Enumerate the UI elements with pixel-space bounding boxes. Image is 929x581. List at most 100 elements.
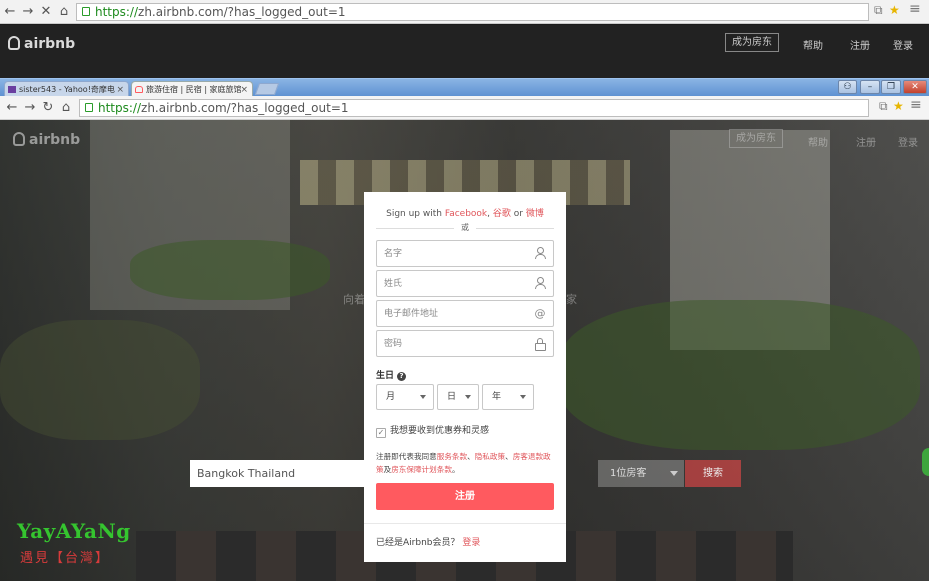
stop-icon[interactable]: ✕ <box>36 0 56 24</box>
close-tab-icon[interactable]: × <box>240 82 248 97</box>
user-icon <box>534 277 546 290</box>
close-window-button[interactable]: ✕ <box>903 80 927 94</box>
first-name-input[interactable] <box>377 241 527 266</box>
modal-divider <box>364 523 566 524</box>
chevron-down-icon <box>520 395 526 399</box>
tab-label: 旅游住宿 | 民宿 | 家庭旅馆 <box>146 85 242 94</box>
home-icon[interactable]: ⌂ <box>56 96 76 120</box>
terms-prefix: 注册即代表我同意 <box>376 452 437 461</box>
password-input[interactable] <box>377 331 527 356</box>
signup-link[interactable]: 注册 <box>850 37 870 52</box>
back-icon[interactable]: ← <box>2 96 22 120</box>
chevron-down-icon <box>420 395 426 399</box>
lock-icon <box>82 7 90 16</box>
separator: 、 <box>505 452 513 461</box>
back-icon[interactable]: ← <box>0 0 20 24</box>
close-tab-icon[interactable]: × <box>116 82 124 97</box>
url-scheme: https:// <box>95 5 139 19</box>
host-guarantee-link[interactable]: 房东保障计划条款 <box>391 465 452 474</box>
signup-prefix: Sign up with <box>386 209 445 219</box>
divider-line <box>476 228 554 229</box>
bookmark-star-icon[interactable]: ★ <box>889 3 900 17</box>
guests-label: 1位房客 <box>610 468 647 479</box>
lock-icon <box>534 337 546 351</box>
inner-address-bar[interactable]: https://zh.airbnb.com/?has_logged_out=1 <box>79 99 869 117</box>
at-sign-icon: @ <box>534 307 546 320</box>
separator: 、 <box>467 452 475 461</box>
lock-icon <box>85 103 93 112</box>
promo-checkbox[interactable]: ✓ <box>376 428 386 438</box>
user-icon <box>534 247 546 260</box>
outer-site-header: airbnb 成为房东 帮助 注册 登录 <box>0 25 929 80</box>
tab-yahoo[interactable]: sister543 - Yahoo!奇摩电 × <box>4 81 129 97</box>
floating-chat-button[interactable] <box>922 448 929 476</box>
user-icon[interactable]: ⚇ <box>838 80 857 94</box>
page-action-icon[interactable]: ⧉ <box>879 99 888 114</box>
birthday-label-text: 生日 <box>376 371 395 381</box>
or-text: or <box>513 209 523 219</box>
maximize-button[interactable]: ❐ <box>881 80 901 94</box>
privacy-policy-link[interactable]: 隐私政策 <box>475 452 505 461</box>
mail-icon <box>8 86 16 93</box>
promo-opt-in[interactable]: ✓ 我想要收到优惠券和灵感 <box>376 423 489 438</box>
search-button[interactable]: 搜索 <box>685 460 741 487</box>
bookmark-star-icon[interactable]: ★ <box>893 99 904 113</box>
page-action-icon[interactable]: ⧉ <box>874 3 883 18</box>
reload-icon[interactable]: ↻ <box>38 96 58 120</box>
signup-modal: Sign up with Facebook, 谷歌 or 微博 或 @ 生日? … <box>364 192 566 562</box>
login-link[interactable]: 登录 <box>893 37 913 52</box>
login-link[interactable]: 登录 <box>462 538 480 548</box>
guests-select[interactable]: 1位房客 <box>598 460 684 487</box>
terms-text: 注册即代表我同意服务条款、隐私政策、房客退款政策及房东保障计划条款。 <box>376 450 554 476</box>
signup-link[interactable]: 注册 <box>856 134 876 149</box>
first-name-field[interactable] <box>376 240 554 267</box>
separator: 。 <box>451 465 460 474</box>
airbnb-favicon-icon <box>135 86 143 93</box>
forward-icon[interactable]: → <box>18 0 38 24</box>
location-search-input[interactable]: Bangkok Thailand <box>190 460 370 487</box>
day-label: 日 <box>447 392 457 402</box>
inner-browser-toolbar: ← → ↻ ⌂ https://zh.airbnb.com/?has_logge… <box>0 96 929 120</box>
last-name-field[interactable] <box>376 270 554 297</box>
birth-year-select[interactable]: 年 <box>482 384 534 410</box>
outer-address-bar[interactable]: https://zh.airbnb.com/?has_logged_out=1 <box>76 3 869 21</box>
minimize-button[interactable]: – <box>860 80 880 94</box>
chevron-down-icon <box>670 471 678 476</box>
url-text: zh.airbnb.com/?has_logged_out=1 <box>141 101 349 115</box>
become-host-button[interactable]: 成为房东 <box>729 129 783 148</box>
hero-headline-left: 向着 <box>343 293 365 306</box>
menu-icon[interactable]: ≡ <box>910 97 922 113</box>
airbnb-logo-icon <box>13 132 25 146</box>
already-member-line: 已经是Airbnb会员？ 登录 <box>376 535 480 548</box>
weibo-signup-link[interactable]: 微博 <box>526 209 544 219</box>
window-titlebar: sister543 - Yahoo!奇摩电 × 旅游住宿 | 民宿 | 家庭旅馆… <box>0 78 929 97</box>
signup-button[interactable]: 注册 <box>376 483 554 510</box>
logo-text: airbnb <box>29 132 81 148</box>
menu-icon[interactable]: ≡ <box>909 1 921 17</box>
new-tab-button[interactable] <box>254 83 280 95</box>
airbnb-logo-icon <box>8 36 20 50</box>
email-field[interactable]: @ <box>376 300 554 327</box>
page-airbnb-logo[interactable]: airbnb <box>13 132 80 148</box>
home-icon[interactable]: ⌂ <box>54 0 74 24</box>
help-icon[interactable]: ? <box>397 372 407 381</box>
watermark-subtitle: 遇見【台灣】 <box>20 551 111 566</box>
google-signup-link[interactable]: 谷歌 <box>493 209 511 219</box>
already-member-text: 已经是Airbnb会员？ <box>376 538 460 548</box>
facebook-signup-link[interactable]: Facebook <box>445 209 487 219</box>
help-link[interactable]: 帮助 <box>803 37 823 52</box>
tab-airbnb[interactable]: 旅游住宿 | 民宿 | 家庭旅馆 × <box>131 81 253 97</box>
airbnb-logo[interactable]: airbnb <box>8 36 75 52</box>
last-name-input[interactable] <box>377 271 527 296</box>
birth-day-select[interactable]: 日 <box>437 384 479 410</box>
url-scheme: https:// <box>98 101 142 115</box>
forward-icon[interactable]: → <box>20 96 40 120</box>
password-field[interactable] <box>376 330 554 357</box>
year-label: 年 <box>492 392 502 402</box>
login-link[interactable]: 登录 <box>898 134 918 149</box>
email-input[interactable] <box>377 301 527 326</box>
become-host-button[interactable]: 成为房东 <box>725 33 779 52</box>
birth-month-select[interactable]: 月 <box>376 384 434 410</box>
terms-of-service-link[interactable]: 服务条款 <box>437 452 467 461</box>
help-link[interactable]: 帮助 <box>808 134 828 149</box>
